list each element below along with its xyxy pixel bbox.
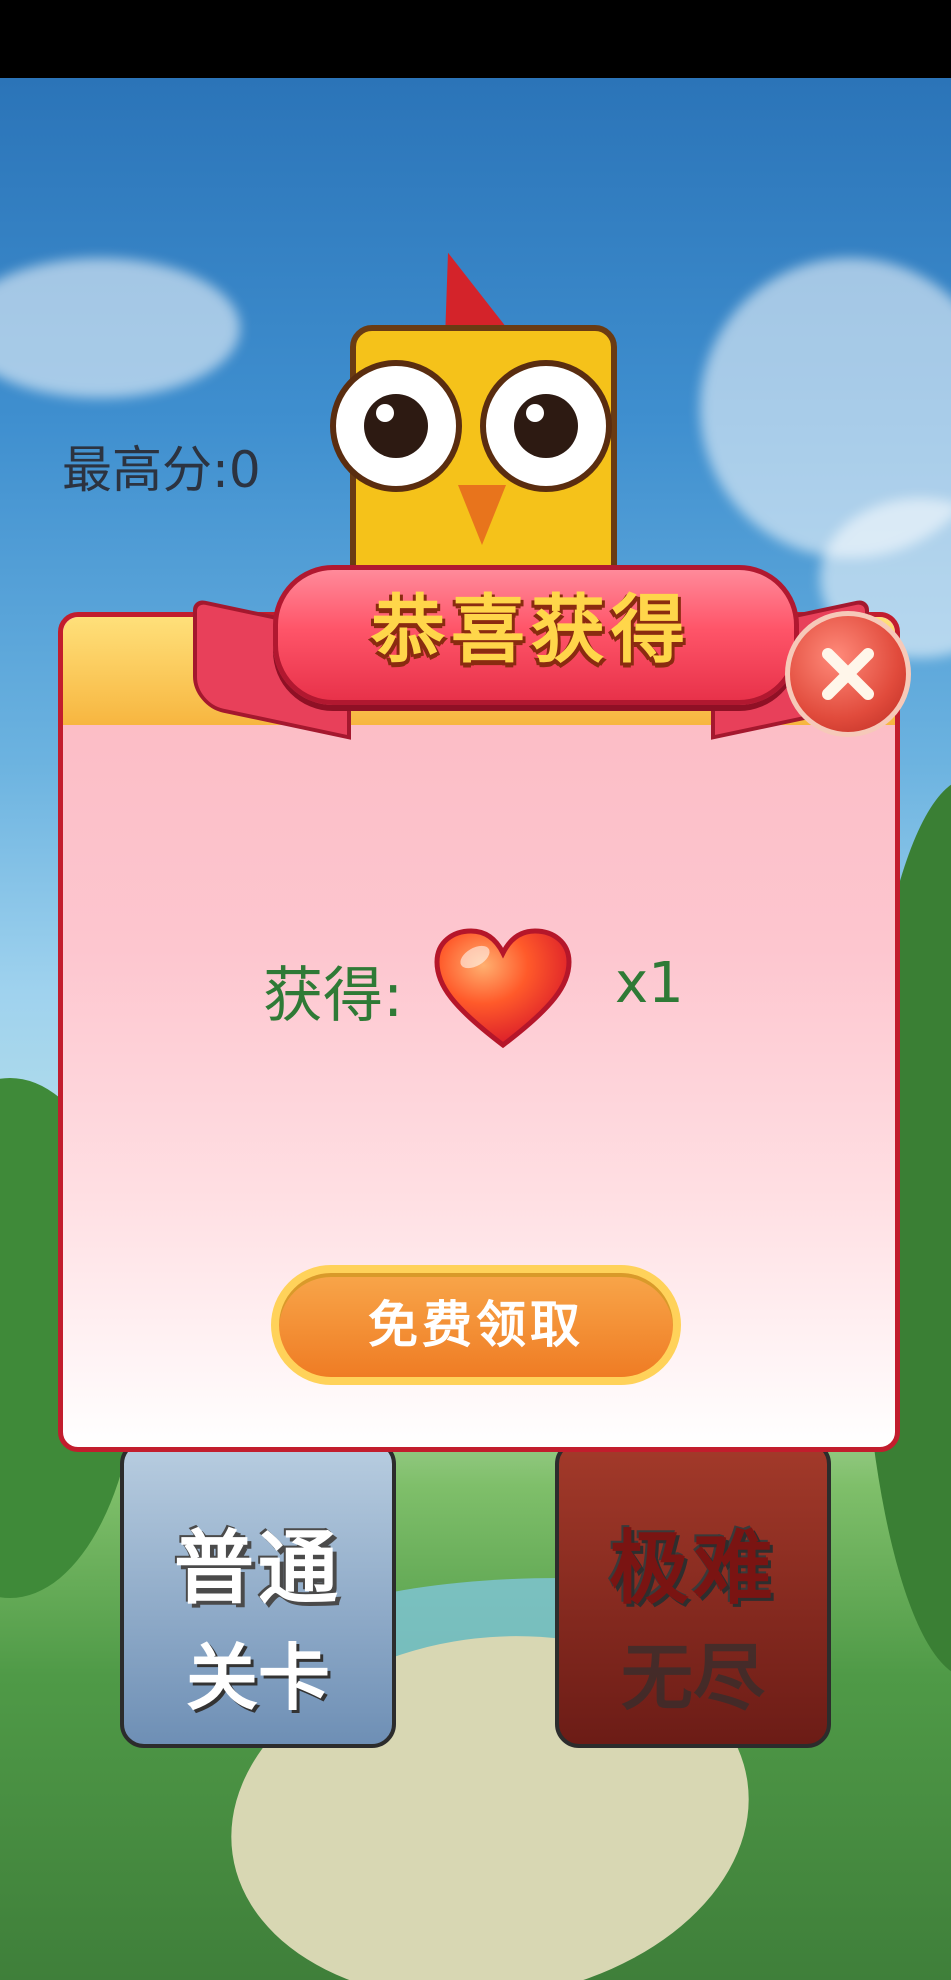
heart-icon xyxy=(434,928,572,1049)
reward-dialog: 恭喜获得 获得: x1 免费领取 xyxy=(58,565,911,1452)
mode-hard-title: 极难 xyxy=(609,1522,777,1615)
mode-hard-subtitle: 无尽 xyxy=(620,1636,765,1720)
title-ribbon: 恭喜获得 xyxy=(193,555,869,745)
mode-normal-title: 普通 xyxy=(174,1522,342,1615)
reward-quantity: x1 xyxy=(615,951,684,1016)
mode-normal-subtitle: 关卡 xyxy=(185,1636,330,1720)
mode-hard-card[interactable]: 极难 无尽 xyxy=(555,1440,831,1748)
claim-free-button[interactable]: 免费领取 xyxy=(271,1265,681,1385)
high-score: 最高分:0 xyxy=(62,441,261,499)
claim-free-label: 免费领取 xyxy=(368,1296,584,1354)
status-bar xyxy=(0,0,951,78)
reward-row: 获得: x1 xyxy=(63,917,895,1057)
reward-label: 获得: xyxy=(263,961,404,1031)
close-button[interactable] xyxy=(785,611,911,737)
mode-normal-card[interactable]: 普通 关卡 xyxy=(120,1440,396,1748)
close-icon xyxy=(822,648,874,700)
dialog-title: 恭喜获得 xyxy=(371,587,691,673)
